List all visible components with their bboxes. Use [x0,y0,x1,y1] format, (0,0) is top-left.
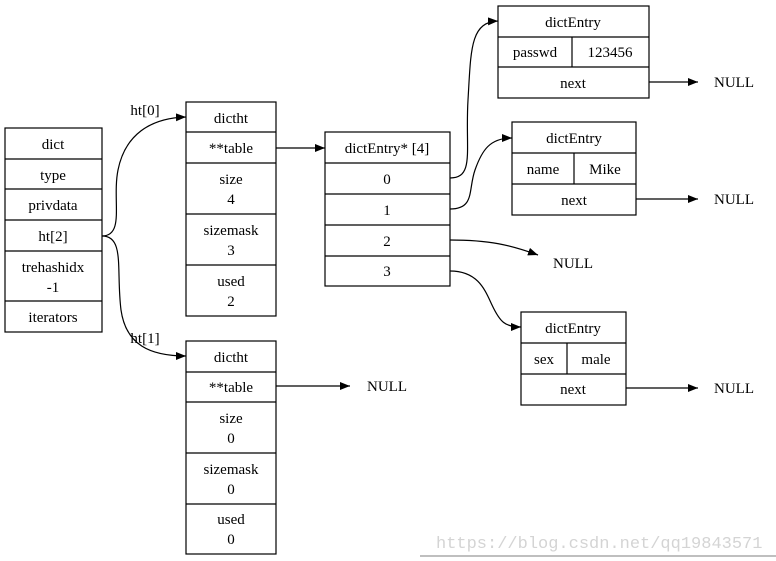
null-ht1-table: NULL [367,379,407,395]
entry2-title: dictEntry [545,321,601,337]
ht1-table: **table [209,380,253,396]
table-slot-1: 1 [383,203,391,219]
dict-field-iterators: iterators [28,310,77,326]
edge-label-ht0: ht[0] [130,103,159,119]
dict-structure-diagram: dict type privdata ht[2] trehashidx -1 i… [4,5,776,557]
dict-field-type: type [40,168,66,184]
edge-slot1 [449,134,513,210]
entry1-key: name [527,162,560,178]
table-slot-2: 2 [383,234,391,250]
ht1-sizemask-label: sizemask [204,462,259,478]
edge-label-ht1: ht[1] [130,331,159,347]
entry2-key: sex [534,352,554,368]
ht1-size: 0 [227,431,235,447]
table-slot-0: 0 [383,172,391,188]
dictentry-sex: dictEntry sex male next [520,311,627,406]
ht1-used: 0 [227,532,235,548]
ht0-used: 2 [227,294,235,310]
entry1-value: Mike [589,162,621,178]
entry0-key: passwd [513,45,558,61]
null-entry1: NULL [714,192,754,208]
entry2-next: next [560,382,587,398]
dict-rehashidx-value: -1 [47,280,60,296]
ht1-sizemask: 0 [227,482,235,498]
table-slot-3: 3 [383,264,391,280]
dictentry-name: dictEntry name Mike next [511,121,637,216]
dict-title: dict [42,137,65,153]
ht1-title: dictht [214,350,249,366]
table-title: dictEntry* [4] [345,141,430,157]
ht0-size: 4 [227,192,235,208]
dict-node: dict type privdata ht[2] trehashidx -1 i… [4,127,103,333]
edge-slot3 [449,270,522,331]
null-entry0: NULL [714,75,754,91]
edge-slot0 [449,17,499,179]
entry1-next: next [561,193,588,209]
ht0-title: dictht [214,111,249,127]
ht1-size-label: size [219,411,243,427]
ht0-sizemask: 3 [227,243,235,259]
ht0-size-label: size [219,172,243,188]
dictht-0-node: dictht **table size 4 sizemask 3 used 2 [185,101,277,317]
ht1-used-label: used [217,512,245,528]
edge-ht0 [101,113,187,237]
ht0-sizemask-label: sizemask [204,223,259,239]
edge-slot2 [449,239,539,256]
null-slot2: NULL [553,256,593,272]
dict-field-privdata: privdata [28,198,77,214]
watermark: https://blog.csdn.net/qq19843571 [436,535,762,554]
dict-field-ht: ht[2] [38,229,67,245]
ht0-table: **table [209,141,253,157]
entry0-value: 123456 [588,45,634,61]
dictentry-array-node: dictEntry* [4] 0 1 2 3 [324,131,451,287]
null-entry2: NULL [714,381,754,397]
ht0-used-label: used [217,274,245,290]
dict-field-rehashidx: trehashidx [22,260,85,276]
entry2-value: male [581,352,610,368]
entry0-title: dictEntry [545,15,601,31]
entry0-next: next [560,76,587,92]
dictentry-passwd: dictEntry passwd 123456 next [497,5,650,99]
entry1-title: dictEntry [546,131,602,147]
dictht-1-node: dictht **table size 0 sizemask 0 used 0 [185,340,277,555]
